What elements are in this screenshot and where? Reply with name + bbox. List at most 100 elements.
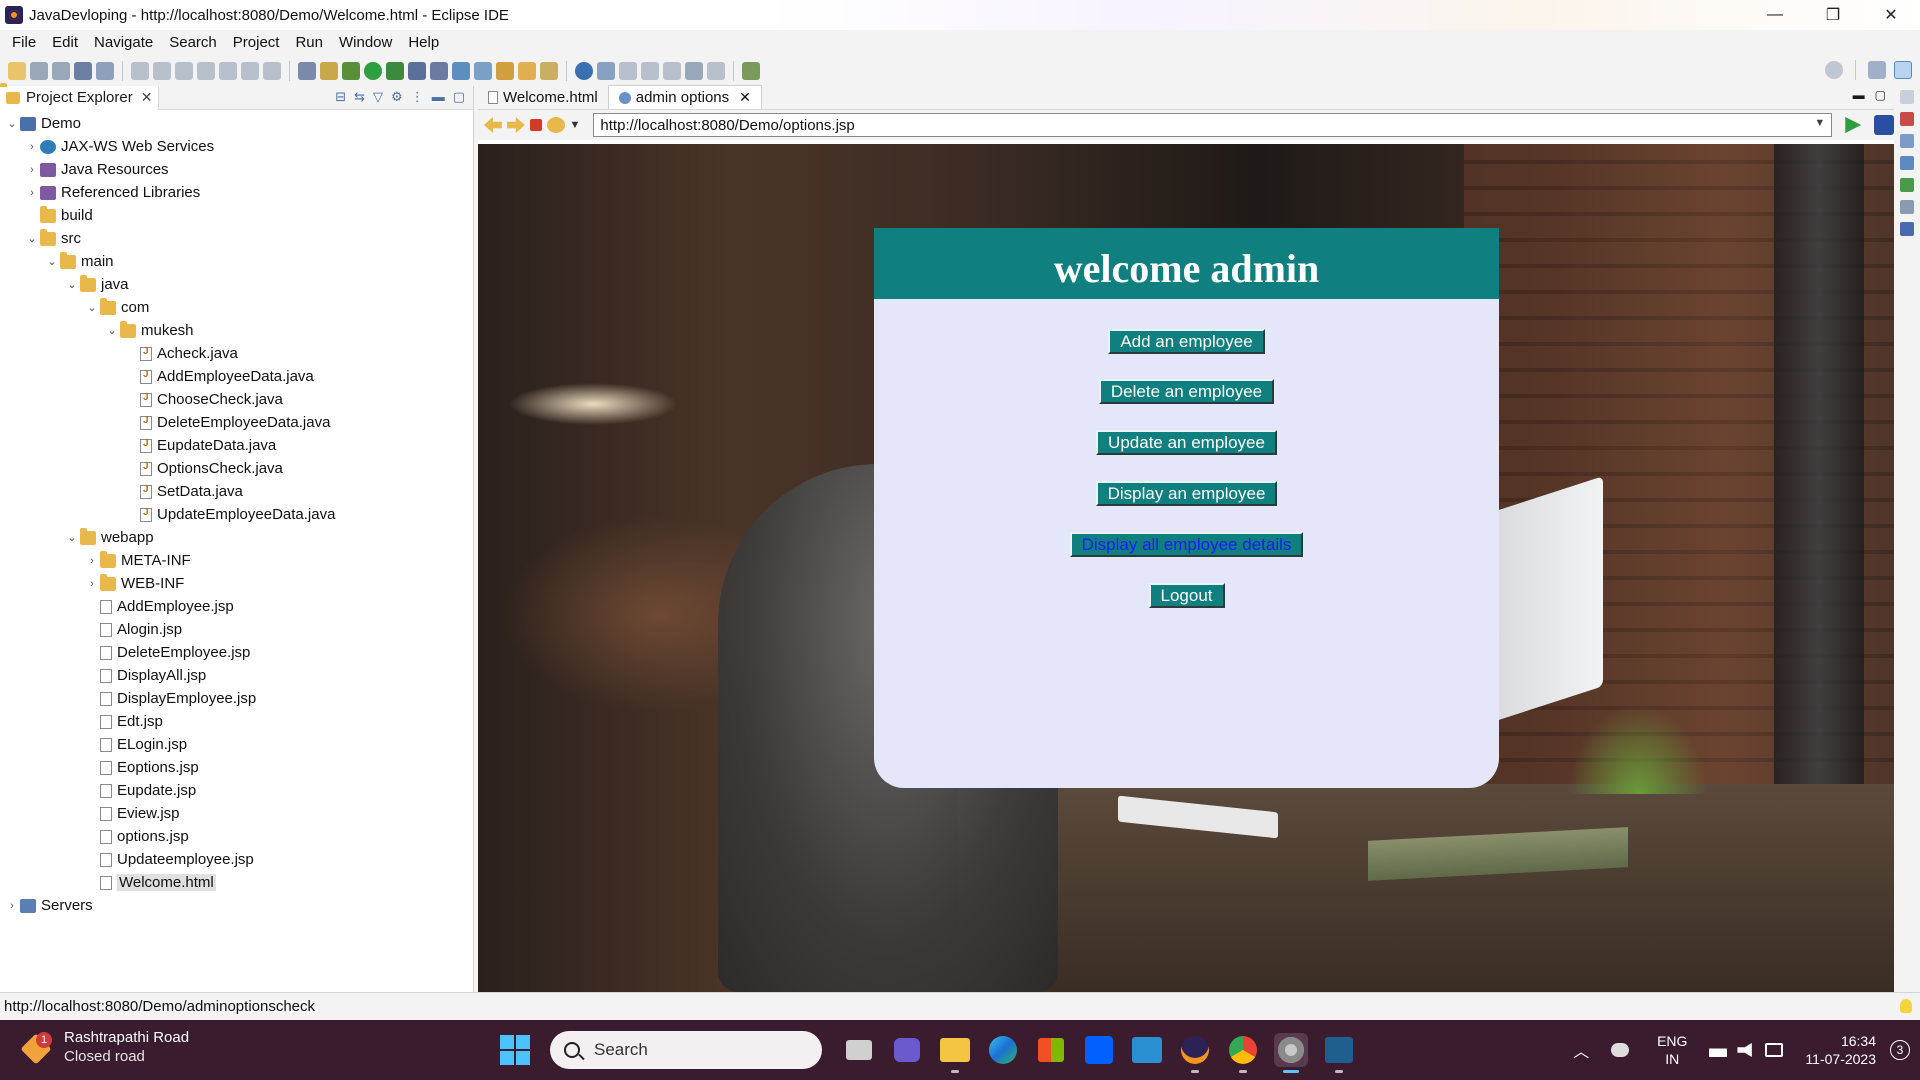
tree-item[interactable]: DisplayEmployee.jsp	[0, 687, 473, 710]
pen-icon[interactable]	[540, 62, 558, 80]
link-editor-icon[interactable]: ⇆	[354, 89, 365, 105]
restore-button[interactable]: ❐	[1804, 0, 1862, 30]
save-icon[interactable]	[30, 62, 48, 80]
chevron-down-icon[interactable]: ⌄	[44, 255, 60, 268]
tab-welcome-html[interactable]: Welcome.html	[478, 85, 608, 109]
suspend-icon[interactable]	[153, 62, 171, 80]
refresh-icon[interactable]	[546, 117, 565, 133]
open-type-icon[interactable]	[298, 62, 316, 80]
eclipse-taskbar-icon[interactable]	[1178, 1033, 1212, 1073]
maximize-editor-icon[interactable]: ▢	[1875, 88, 1886, 102]
logout-button[interactable]: Logout	[1148, 583, 1225, 608]
snippets-icon[interactable]	[1900, 200, 1914, 214]
open-perspective-icon[interactable]	[1868, 61, 1886, 79]
weather-widget[interactable]: 1 Rashtrapathi Road Closed road	[22, 1028, 189, 1066]
new-class-icon[interactable]	[474, 62, 492, 80]
tree-item[interactable]: ELogin.jsp	[0, 733, 473, 756]
collapse-all-icon[interactable]: ⊟	[335, 89, 346, 105]
tree-item[interactable]: SetData.java	[0, 480, 473, 503]
chevron-right-icon[interactable]: ›	[24, 164, 40, 176]
dropbox-icon[interactable]	[1082, 1033, 1116, 1067]
clock[interactable]: 16:34 11-07-2023	[1805, 1032, 1876, 1068]
chevron-right-icon[interactable]: ›	[4, 900, 20, 912]
new-java-project-icon[interactable]	[430, 62, 448, 80]
menu-navigate[interactable]: Navigate	[86, 34, 161, 51]
external-tools-icon[interactable]	[408, 62, 426, 80]
chevron-down-icon[interactable]: ⌄	[64, 531, 80, 544]
search-toolbar-icon[interactable]	[597, 62, 615, 80]
language-indicator[interactable]: ENG IN	[1657, 1032, 1687, 1068]
last-edit-icon[interactable]	[663, 62, 681, 80]
chrome-icon[interactable]	[1226, 1033, 1260, 1073]
menu-help[interactable]: Help	[400, 34, 447, 51]
tree-item[interactable]: DisplayAll.jsp	[0, 664, 473, 687]
tab-project-explorer[interactable]: Project Explorer ✕	[0, 85, 160, 110]
new-package-icon[interactable]	[452, 62, 470, 80]
microsoft-store-icon[interactable]	[1034, 1033, 1068, 1067]
tree-item[interactable]: OptionsCheck.java	[0, 457, 473, 480]
menu-window[interactable]: Window	[331, 34, 400, 51]
tree-item[interactable]: › Java Resources	[0, 158, 473, 181]
tree-item[interactable]: ⌄ main	[0, 250, 473, 273]
back-icon[interactable]	[685, 62, 703, 80]
tree-item[interactable]: Alogin.jsp	[0, 618, 473, 641]
notification-count[interactable]: 3	[1890, 1040, 1910, 1060]
resume-icon[interactable]	[131, 62, 149, 80]
step-over-icon[interactable]	[241, 62, 259, 80]
display-employee-button[interactable]: Display an employee	[1095, 481, 1278, 506]
chevron-up-icon[interactable]: ︿	[1573, 1038, 1589, 1062]
step-into-icon[interactable]	[219, 62, 237, 80]
file-explorer-icon[interactable]	[938, 1033, 972, 1073]
volume-icon[interactable]	[1737, 1043, 1752, 1057]
disconnect-icon[interactable]	[197, 62, 215, 80]
restore-icon[interactable]	[1900, 90, 1914, 104]
open-external-browser-icon[interactable]	[1874, 115, 1895, 135]
terminate-icon[interactable]	[175, 62, 193, 80]
chevron-right-icon[interactable]: ›	[84, 555, 100, 567]
tree-item[interactable]: DeleteEmployee.jsp	[0, 641, 473, 664]
tree-item[interactable]: AddEmployee.jsp	[0, 595, 473, 618]
tree-item[interactable]: Acheck.java	[0, 342, 473, 365]
tree-item[interactable]: ⌄ com	[0, 296, 473, 319]
view-menu-icon[interactable]: ⋮	[411, 89, 424, 105]
tree-item[interactable]: › Referenced Libraries	[0, 181, 473, 204]
servers-icon[interactable]	[1900, 156, 1914, 170]
mysql-icon[interactable]	[1130, 1033, 1164, 1067]
menu-run[interactable]: Run	[287, 34, 331, 51]
run-icon[interactable]	[364, 62, 382, 80]
tree-item[interactable]: ⌄ java	[0, 273, 473, 296]
chevron-down-icon[interactable]: ⌄	[4, 117, 20, 130]
tree-item[interactable]: DeleteEmployeeData.java	[0, 411, 473, 434]
menu-file[interactable]: File	[4, 34, 44, 51]
search-icon[interactable]	[1825, 61, 1843, 79]
forward-arrow-icon[interactable]	[506, 117, 525, 133]
url-input[interactable]: http://localhost:8080/Demo/options.jsp ▼	[593, 113, 1833, 137]
tree-item[interactable]: › META-INF	[0, 549, 473, 572]
terminal-icon[interactable]	[74, 62, 92, 80]
tree-item[interactable]: › Servers	[0, 894, 473, 917]
coverage-icon[interactable]	[386, 62, 404, 80]
back-arrow-icon[interactable]	[484, 117, 502, 133]
skip-breakpoints-icon[interactable]	[96, 62, 114, 80]
tree-item[interactable]: Eview.jsp	[0, 802, 473, 825]
tree-item[interactable]: Updateemployee.jsp	[0, 848, 473, 871]
tree-item[interactable]: Edt.jsp	[0, 710, 473, 733]
new-icon[interactable]	[8, 62, 26, 80]
delete-employee-button[interactable]: Delete an employee	[1098, 379, 1275, 404]
taskbar-search[interactable]: Search	[550, 1031, 822, 1069]
menu-project[interactable]: Project	[225, 34, 288, 51]
debug-icon[interactable]	[342, 62, 360, 80]
tree-item[interactable]: ChooseCheck.java	[0, 388, 473, 411]
add-employee-button[interactable]: Add an employee	[1108, 329, 1265, 354]
maximize-view-icon[interactable]: ▢	[453, 89, 465, 105]
task-view-icon[interactable]	[842, 1033, 876, 1067]
chevron-down-icon[interactable]: ⌄	[24, 232, 40, 245]
chevron-down-icon[interactable]: ⌄	[64, 278, 80, 291]
step-return-icon[interactable]	[263, 62, 281, 80]
tree-item[interactable]: › JAX-WS Web Services	[0, 135, 473, 158]
close-icon[interactable]: ✕	[739, 89, 751, 106]
chevron-right-icon[interactable]: ›	[24, 141, 40, 153]
settings-gear-icon[interactable]	[1274, 1033, 1308, 1073]
teams-chat-icon[interactable]	[890, 1033, 924, 1067]
java-ee-perspective-icon[interactable]	[1894, 61, 1912, 79]
